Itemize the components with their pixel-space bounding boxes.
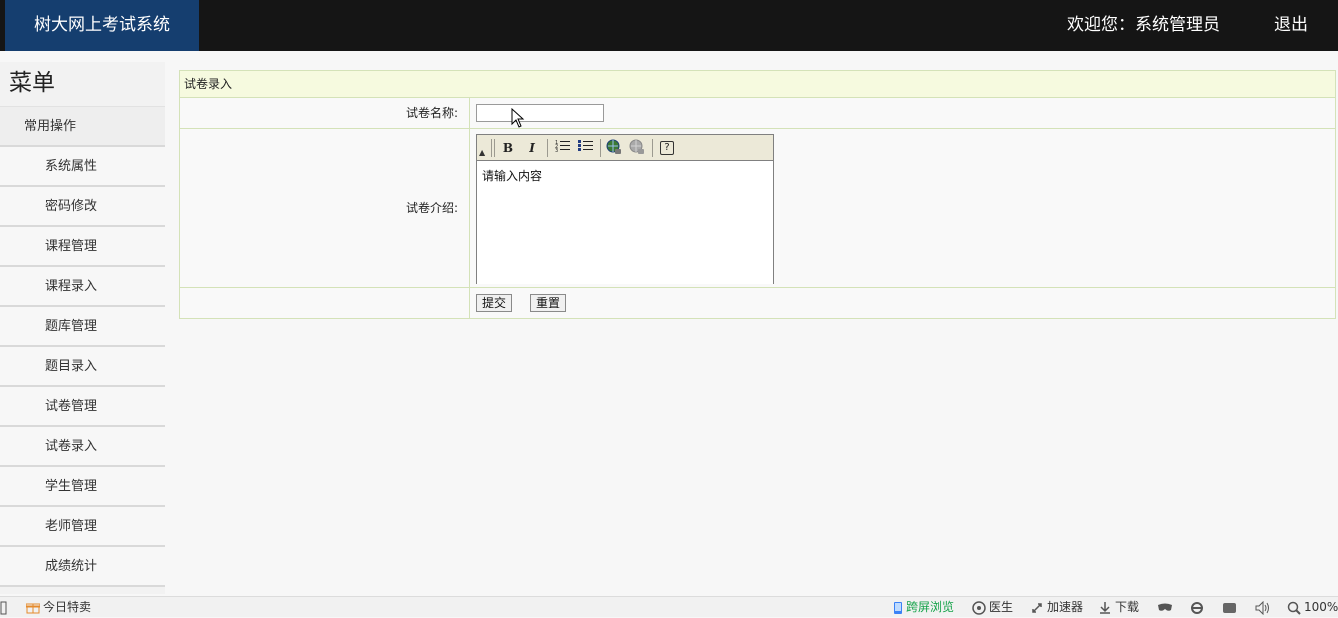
phone-icon	[894, 601, 902, 614]
today-deals[interactable]: 今日特卖	[26, 597, 91, 618]
download-tool[interactable]: 下载	[1098, 597, 1139, 618]
window-icon[interactable]	[1222, 597, 1241, 618]
bullet-list-icon[interactable]	[577, 139, 595, 157]
row-actions: 提交 重置	[180, 288, 1335, 318]
row-paper-intro: 试卷介绍: ▲ B I 123 ? 请输入内容	[180, 129, 1335, 288]
insert-link-icon[interactable]	[605, 139, 623, 157]
logout-link[interactable]: 退出	[1274, 0, 1308, 51]
sidebar-item-student-management[interactable]: 学生管理	[0, 467, 165, 507]
row-paper-name: 试卷名称:	[180, 98, 1335, 129]
sidebar-item-question-entry[interactable]: 题目录入	[0, 347, 165, 387]
cross-screen-browsing[interactable]: 跨屏浏览	[893, 597, 954, 618]
today-deals-label: 今日特卖	[43, 600, 92, 614]
doctor-icon	[972, 600, 986, 615]
paper-name-input[interactable]	[476, 104, 604, 122]
ordered-list-icon[interactable]: 123	[554, 139, 572, 157]
toolbar-grip-icon[interactable]: ▲	[479, 149, 487, 157]
sidebar-item-score-statistics[interactable]: 成绩统计	[0, 547, 165, 587]
menu-group-common[interactable]: 常用操作	[0, 107, 165, 147]
submit-button[interactable]: 提交	[476, 294, 513, 312]
gift-icon	[26, 603, 40, 614]
form-title: 试卷录入	[180, 71, 1335, 98]
paper-entry-form: 试卷录入 试卷名称: 试卷介绍: ▲ B I 123 ? 请输入内容 提交 重置	[179, 70, 1336, 319]
mouse-cursor-icon	[511, 108, 525, 128]
sidebar-item-system-properties[interactable]: 系统属性	[0, 147, 165, 187]
italic-icon[interactable]: I	[523, 139, 541, 157]
mask-icon[interactable]	[1157, 597, 1176, 618]
sidebar-item-course-management[interactable]: 课程管理	[0, 227, 165, 267]
accelerator-label: 加速器	[1047, 600, 1084, 614]
svg-text:3: 3	[555, 148, 558, 153]
bold-icon[interactable]: B	[499, 139, 517, 157]
editor-content[interactable]: 请输入内容	[477, 161, 773, 284]
menu-title: 菜单	[0, 62, 165, 107]
remove-link-icon[interactable]	[628, 139, 646, 157]
cross-screen-label: 跨屏浏览	[906, 600, 955, 614]
sidebar-item-change-password[interactable]: 密码修改	[0, 187, 165, 227]
browser-status-bar: 今日特卖 跨屏浏览 医生 加速器 下载 100%	[0, 596, 1338, 617]
doctor-tool[interactable]: 医生	[972, 597, 1013, 618]
rocket-icon	[1032, 602, 1042, 613]
toolbar-separator	[600, 139, 601, 157]
toolbar-separator	[547, 139, 548, 157]
volume-icon[interactable]	[1255, 597, 1274, 618]
help-icon[interactable]: ?	[660, 141, 674, 155]
doctor-label: 医生	[989, 600, 1014, 614]
download-icon	[1100, 601, 1110, 614]
paper-name-label: 试卷名称:	[180, 98, 470, 128]
welcome-text: 欢迎您：系统管理员	[1067, 15, 1220, 35]
toolbar-separator	[494, 139, 495, 157]
zoom-control[interactable]: 100%	[1287, 597, 1338, 618]
toolbar-separator	[491, 139, 492, 157]
accelerator-tool[interactable]: 加速器	[1030, 597, 1083, 618]
zoom-level: 100%	[1304, 600, 1338, 614]
sidebar-item-teacher-management[interactable]: 老师管理	[0, 507, 165, 547]
sidebar-item-paper-entry[interactable]: 试卷录入	[0, 427, 165, 467]
ie-icon[interactable]	[1190, 597, 1207, 618]
sidebar-item-course-entry[interactable]: 课程录入	[0, 267, 165, 307]
rich-text-editor: ▲ B I 123 ? 请输入内容	[476, 134, 774, 284]
toolbar-separator	[652, 139, 653, 157]
top-header: 树大网上考试系统 欢迎您：系统管理员 退出	[0, 0, 1338, 51]
editor-toolbar: ▲ B I 123 ?	[477, 135, 773, 161]
magnifier-icon	[1287, 601, 1301, 615]
reset-button[interactable]: 重置	[530, 294, 567, 312]
sidebar-item-question-bank[interactable]: 题库管理	[0, 307, 165, 347]
sidebar-menu: 菜单 常用操作 系统属性 密码修改 课程管理 课程录入 题库管理 题目录入 试卷…	[0, 62, 165, 594]
paper-intro-label: 试卷介绍:	[180, 129, 470, 287]
sidebar-toggle-icon[interactable]	[0, 597, 11, 618]
download-label: 下载	[1115, 600, 1140, 614]
actions-label-cell	[180, 288, 470, 318]
paper-name-cell	[471, 98, 1335, 128]
sidebar-item-paper-management[interactable]: 试卷管理	[0, 387, 165, 427]
paper-intro-cell: ▲ B I 123 ? 请输入内容	[471, 129, 1335, 287]
actions-cell: 提交 重置	[471, 288, 1335, 318]
app-brand: 树大网上考试系统	[5, 0, 199, 51]
